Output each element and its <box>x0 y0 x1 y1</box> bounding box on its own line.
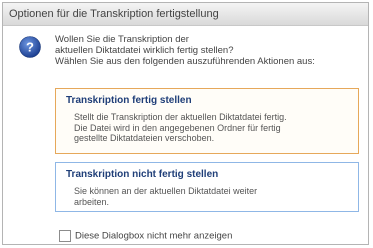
option-title: Transkription fertig stellen <box>66 95 192 106</box>
message-line: aktuellen Diktatdatei wirklich fertig st… <box>55 45 234 56</box>
question-icon: ? <box>19 36 41 58</box>
option-title: Transkription nicht fertig stellen <box>66 169 219 180</box>
option-description: Sie können an der aktuellen Diktatdatei … <box>56 180 358 207</box>
transcription-dialog: Optionen für die Transkription fertigste… <box>2 2 369 245</box>
dont-show-again[interactable]: Diese Dialogbox nicht mehr anzeigen <box>59 230 232 242</box>
option-description: Stellt die Transkription der aktuellen D… <box>56 106 358 144</box>
checkbox-label: Diese Dialogbox nicht mehr anzeigen <box>75 230 233 242</box>
description-line: Die Datei wird in den angegebenen Ordner… <box>74 122 281 133</box>
message-line: Wählen Sie aus den folgenden auszuführen… <box>55 56 315 67</box>
description-line: Sie können an der aktuellen Diktatdatei … <box>74 186 258 196</box>
dont-show-again-checkbox[interactable] <box>59 230 71 242</box>
dialog-title: Optionen für die Transkription fertigste… <box>3 3 368 26</box>
dialog-message: Wollen Sie die Transkription der aktuell… <box>55 34 355 67</box>
description-line: gestellte Diktatdateien verschoben. <box>74 133 215 143</box>
description-line: Stellt die Transkription der aktuellen D… <box>74 112 287 122</box>
option-finish-transcription[interactable]: Transkription fertig stellen Stellt die … <box>55 88 359 154</box>
svg-text:?: ? <box>26 40 34 55</box>
option-do-not-finish-transcription[interactable]: Transkription nicht fertig stellen Sie k… <box>55 162 359 212</box>
message-line: Wollen Sie die Transkription der <box>55 34 189 45</box>
description-line: arbeiten. <box>74 196 110 207</box>
